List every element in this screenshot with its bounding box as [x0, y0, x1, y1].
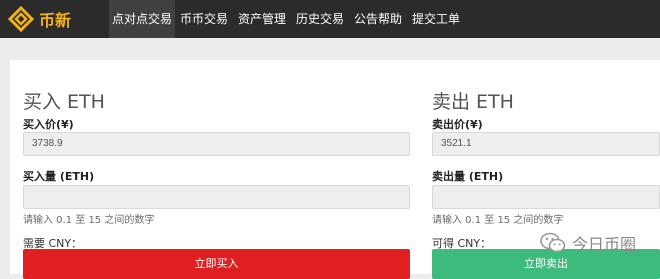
- brand-name: 币新: [39, 11, 72, 30]
- buy-now-button[interactable]: 立即买入: [23, 249, 410, 279]
- buy-amount-input[interactable]: [23, 185, 410, 209]
- sell-amount-hint: 请输入 0.1 至 15 之间的数字: [432, 215, 564, 226]
- sell-price-field[interactable]: 3521.1: [432, 132, 660, 156]
- sell-panel-title: 卖出 ETH: [432, 91, 514, 113]
- sell-amount-input[interactable]: [432, 185, 660, 209]
- buy-panel-title: 买入 ETH: [23, 91, 105, 113]
- buy-amount-label: 买入量 (ETH): [23, 170, 95, 183]
- watermark: 今日币圈: [540, 231, 636, 255]
- sell-price-label: 卖出价(¥): [432, 118, 483, 131]
- brand-logo-icon: [8, 6, 34, 32]
- brand[interactable]: 币新: [8, 0, 71, 38]
- watermark-text: 今日币圈: [572, 235, 637, 254]
- nav-item-p2p-trading[interactable]: 点对点交易: [109, 0, 175, 38]
- nav-item-asset-management[interactable]: 资产管理: [233, 0, 291, 38]
- top-navbar: 币新 点对点交易 币币交易 资产管理 历史交易 公告帮助 提交工单: [0, 0, 660, 38]
- nav-item-submit-ticket[interactable]: 提交工单: [407, 0, 465, 38]
- buy-amount-hint: 请输入 0.1 至 15 之间的数字: [23, 215, 155, 226]
- nav-item-announcements-help[interactable]: 公告帮助: [349, 0, 407, 38]
- buy-price-field[interactable]: 3738.9: [23, 132, 410, 156]
- nav-item-trade-history[interactable]: 历史交易: [291, 0, 349, 38]
- buy-price-label: 买入价(¥): [23, 118, 74, 131]
- sell-amount-label: 卖出量 (ETH): [432, 170, 504, 183]
- nav-item-coin-trading[interactable]: 币币交易: [175, 0, 233, 38]
- wechat-icon: [540, 232, 566, 253]
